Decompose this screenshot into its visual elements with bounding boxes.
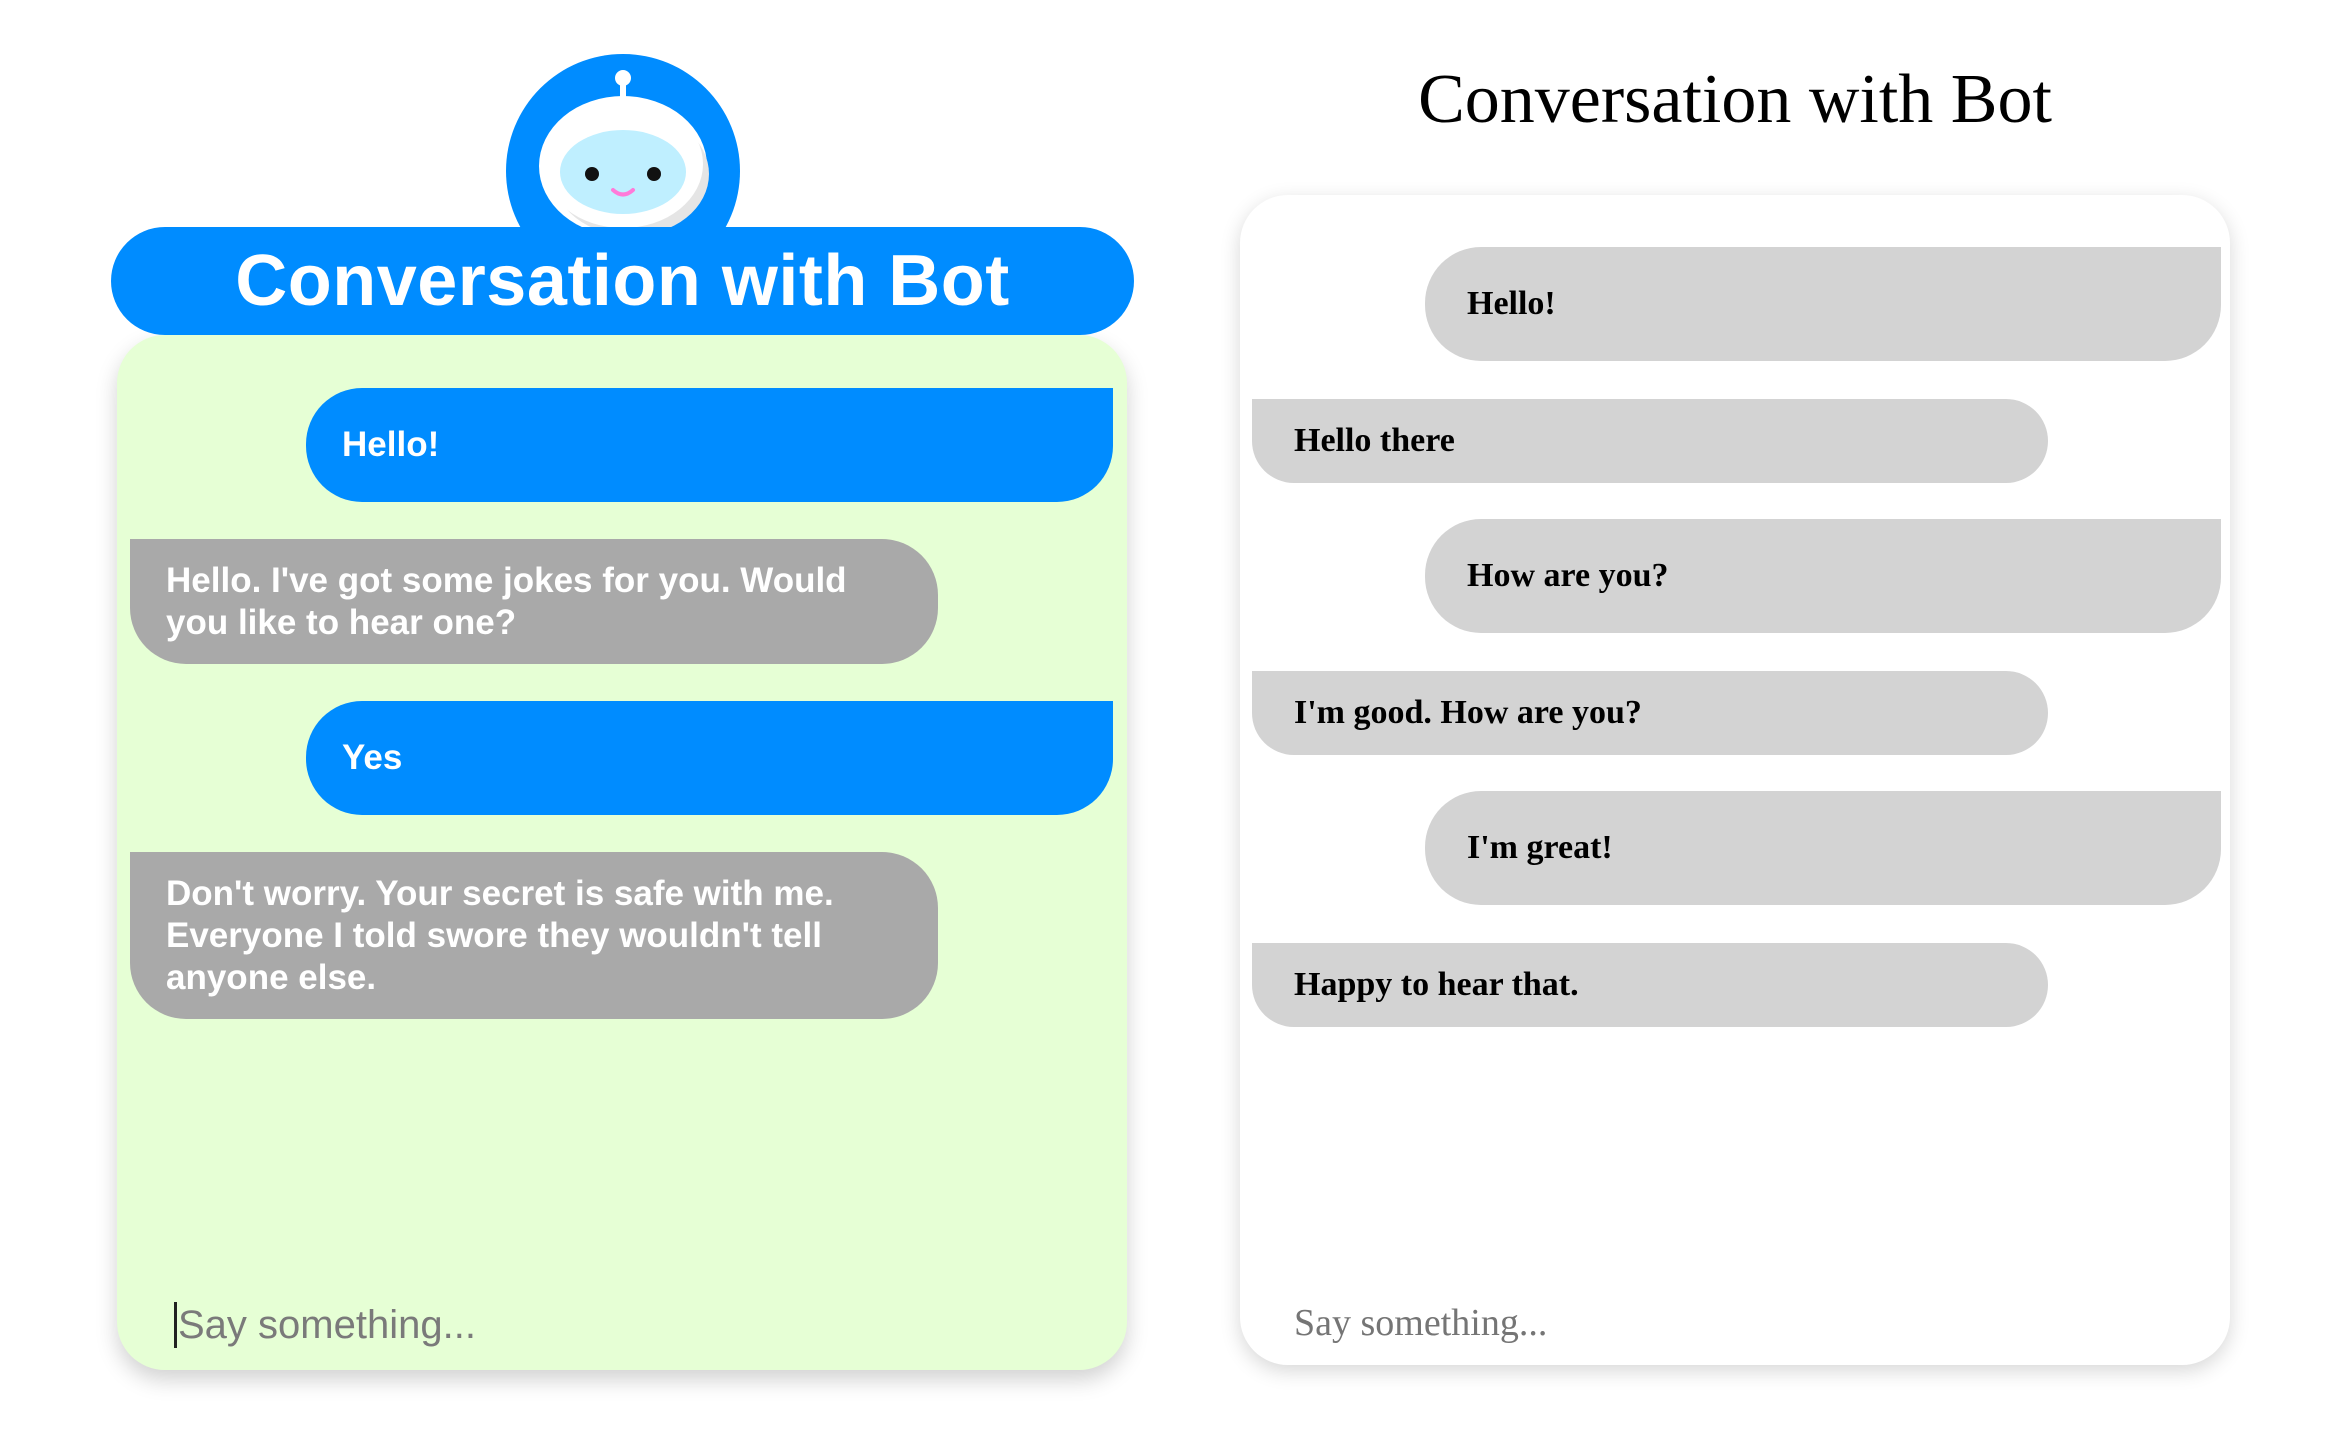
text-caret bbox=[174, 1302, 177, 1348]
chat-panel bbox=[1240, 195, 2230, 1365]
bot-message: Don't worry. Your secret is safe with me… bbox=[130, 852, 938, 1019]
bot-message: Hello. I've got some jokes for you. Woul… bbox=[130, 539, 938, 664]
input-placeholder: Say something... bbox=[178, 1302, 476, 1347]
message-text: How are you? bbox=[1467, 557, 1669, 594]
message-text-line: anyone else. bbox=[166, 957, 377, 997]
message-input[interactable]: Say something... bbox=[1294, 1298, 2174, 1348]
message-text: Hello there bbox=[1294, 422, 1455, 459]
message-text: Yes bbox=[342, 738, 403, 777]
message-text-line: Everyone I told swore they wouldn't tell bbox=[166, 915, 822, 955]
message-input[interactable]: Say something... bbox=[174, 1297, 1074, 1353]
message-text: Happy to hear that. bbox=[1294, 966, 1579, 1003]
input-placeholder: Say something... bbox=[1294, 1302, 1548, 1344]
bot-message: Hello there bbox=[1252, 399, 2048, 483]
message-text: I'm good. How are you? bbox=[1294, 694, 1642, 731]
chat-title: Conversation with Bot bbox=[235, 241, 1010, 321]
styled-chat-widget: Conversation with Bot Hello! Hello. I've… bbox=[0, 0, 1200, 1453]
user-message: I'm great! bbox=[1425, 791, 2221, 905]
user-message: How are you? bbox=[1425, 519, 2221, 633]
user-message: Yes bbox=[306, 701, 1113, 815]
chat-header: Conversation with Bot bbox=[111, 227, 1134, 335]
message-text: Hello! bbox=[1467, 285, 1556, 322]
bot-message: I'm good. How are you? bbox=[1252, 671, 2048, 755]
user-message: Hello! bbox=[306, 388, 1113, 502]
message-text-line: Hello. I've got some jokes for you. Woul… bbox=[166, 560, 847, 600]
message-text: I'm great! bbox=[1467, 829, 1613, 866]
user-message: Hello! bbox=[1425, 247, 2221, 361]
message-text-line: Don't worry. Your secret is safe with me… bbox=[166, 873, 834, 913]
message-text: Hello! bbox=[342, 425, 440, 464]
bot-message: Happy to hear that. bbox=[1252, 943, 2048, 1027]
page-title: Conversation with Bot bbox=[1418, 61, 2052, 138]
message-text-line: you like to hear one? bbox=[166, 602, 517, 642]
